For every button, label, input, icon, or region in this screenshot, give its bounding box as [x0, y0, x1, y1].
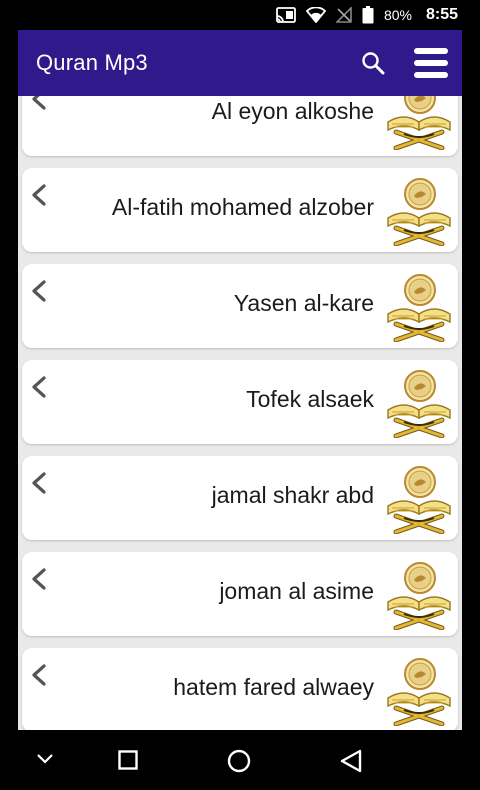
- reciter-list-item[interactable]: Yasen al-kare: [22, 264, 458, 348]
- reciter-list[interactable]: Al eyon alkoshe Al-fatih mohamed alzober: [18, 96, 462, 730]
- search-button[interactable]: [360, 50, 386, 76]
- chevron-left-icon: [30, 376, 48, 398]
- hamburger-menu-button[interactable]: [414, 48, 448, 78]
- chevron-left-icon: [30, 96, 48, 110]
- reciter-list-item[interactable]: joman al asime: [22, 552, 458, 636]
- open-quran-book-icon: [384, 174, 454, 247]
- reciter-list-item[interactable]: Tofek alsaek: [22, 360, 458, 444]
- battery-percent: 80%: [383, 7, 412, 23]
- reciter-name: Al eyon alkoshe: [211, 98, 374, 124]
- wifi-icon: [305, 7, 326, 23]
- battery-icon: [362, 6, 374, 24]
- app-bar: Quran Mp3: [18, 30, 462, 96]
- chevron-down-icon: [37, 754, 53, 764]
- triangle-back-icon: [340, 749, 362, 773]
- reciter-list-item[interactable]: Al eyon alkoshe: [22, 96, 458, 156]
- open-quran-book-icon: [384, 366, 454, 439]
- reciter-list-item[interactable]: jamal shakr abd: [22, 456, 458, 540]
- open-quran-book-icon: [384, 462, 454, 535]
- chevron-left-icon: [30, 664, 48, 686]
- screen: 80% 8:55 Quran Mp3 Al eyon alkoshe Al-fa…: [0, 0, 480, 790]
- circle-icon: [227, 749, 251, 773]
- open-quran-book-icon: [384, 654, 454, 727]
- status-bar: 80% 8:55: [0, 0, 480, 30]
- nav-back-button[interactable]: [340, 749, 362, 778]
- reciter-name: Yasen al-kare: [233, 290, 374, 316]
- status-clock: 8:55: [425, 6, 458, 23]
- reciter-name: joman al asime: [219, 578, 374, 604]
- menu-bar-line: [414, 48, 448, 54]
- reciter-name: hatem fared alwaey: [173, 674, 374, 700]
- menu-bar-line: [414, 60, 448, 66]
- nav-recents-button[interactable]: [118, 750, 138, 775]
- open-quran-book-icon: [384, 270, 454, 343]
- no-signal-icon: [335, 7, 352, 23]
- chevron-left-icon: [30, 280, 48, 302]
- chevron-left-icon: [30, 184, 48, 206]
- app-title: Quran Mp3: [36, 50, 148, 75]
- reciter-list-inner: Al eyon alkoshe Al-fatih mohamed alzober: [18, 96, 462, 730]
- nav-home-button[interactable]: [227, 749, 251, 778]
- reciter-name: jamal shakr abd: [211, 482, 374, 508]
- open-quran-book-icon: [384, 96, 454, 151]
- reciter-list-item[interactable]: Al-fatih mohamed alzober: [22, 168, 458, 252]
- open-quran-book-icon: [384, 558, 454, 631]
- chevron-left-icon: [30, 472, 48, 494]
- chevron-left-icon: [30, 568, 48, 590]
- cast-icon: [276, 7, 296, 23]
- navigation-bar: [0, 730, 480, 790]
- square-icon: [118, 750, 138, 770]
- nav-collapse-button[interactable]: [36, 752, 54, 771]
- reciter-name: Tofek alsaek: [246, 386, 374, 412]
- menu-bar-line: [414, 72, 448, 78]
- search-icon: [362, 52, 385, 75]
- reciter-name: Al-fatih mohamed alzober: [111, 194, 374, 220]
- reciter-list-item[interactable]: hatem fared alwaey: [22, 648, 458, 730]
